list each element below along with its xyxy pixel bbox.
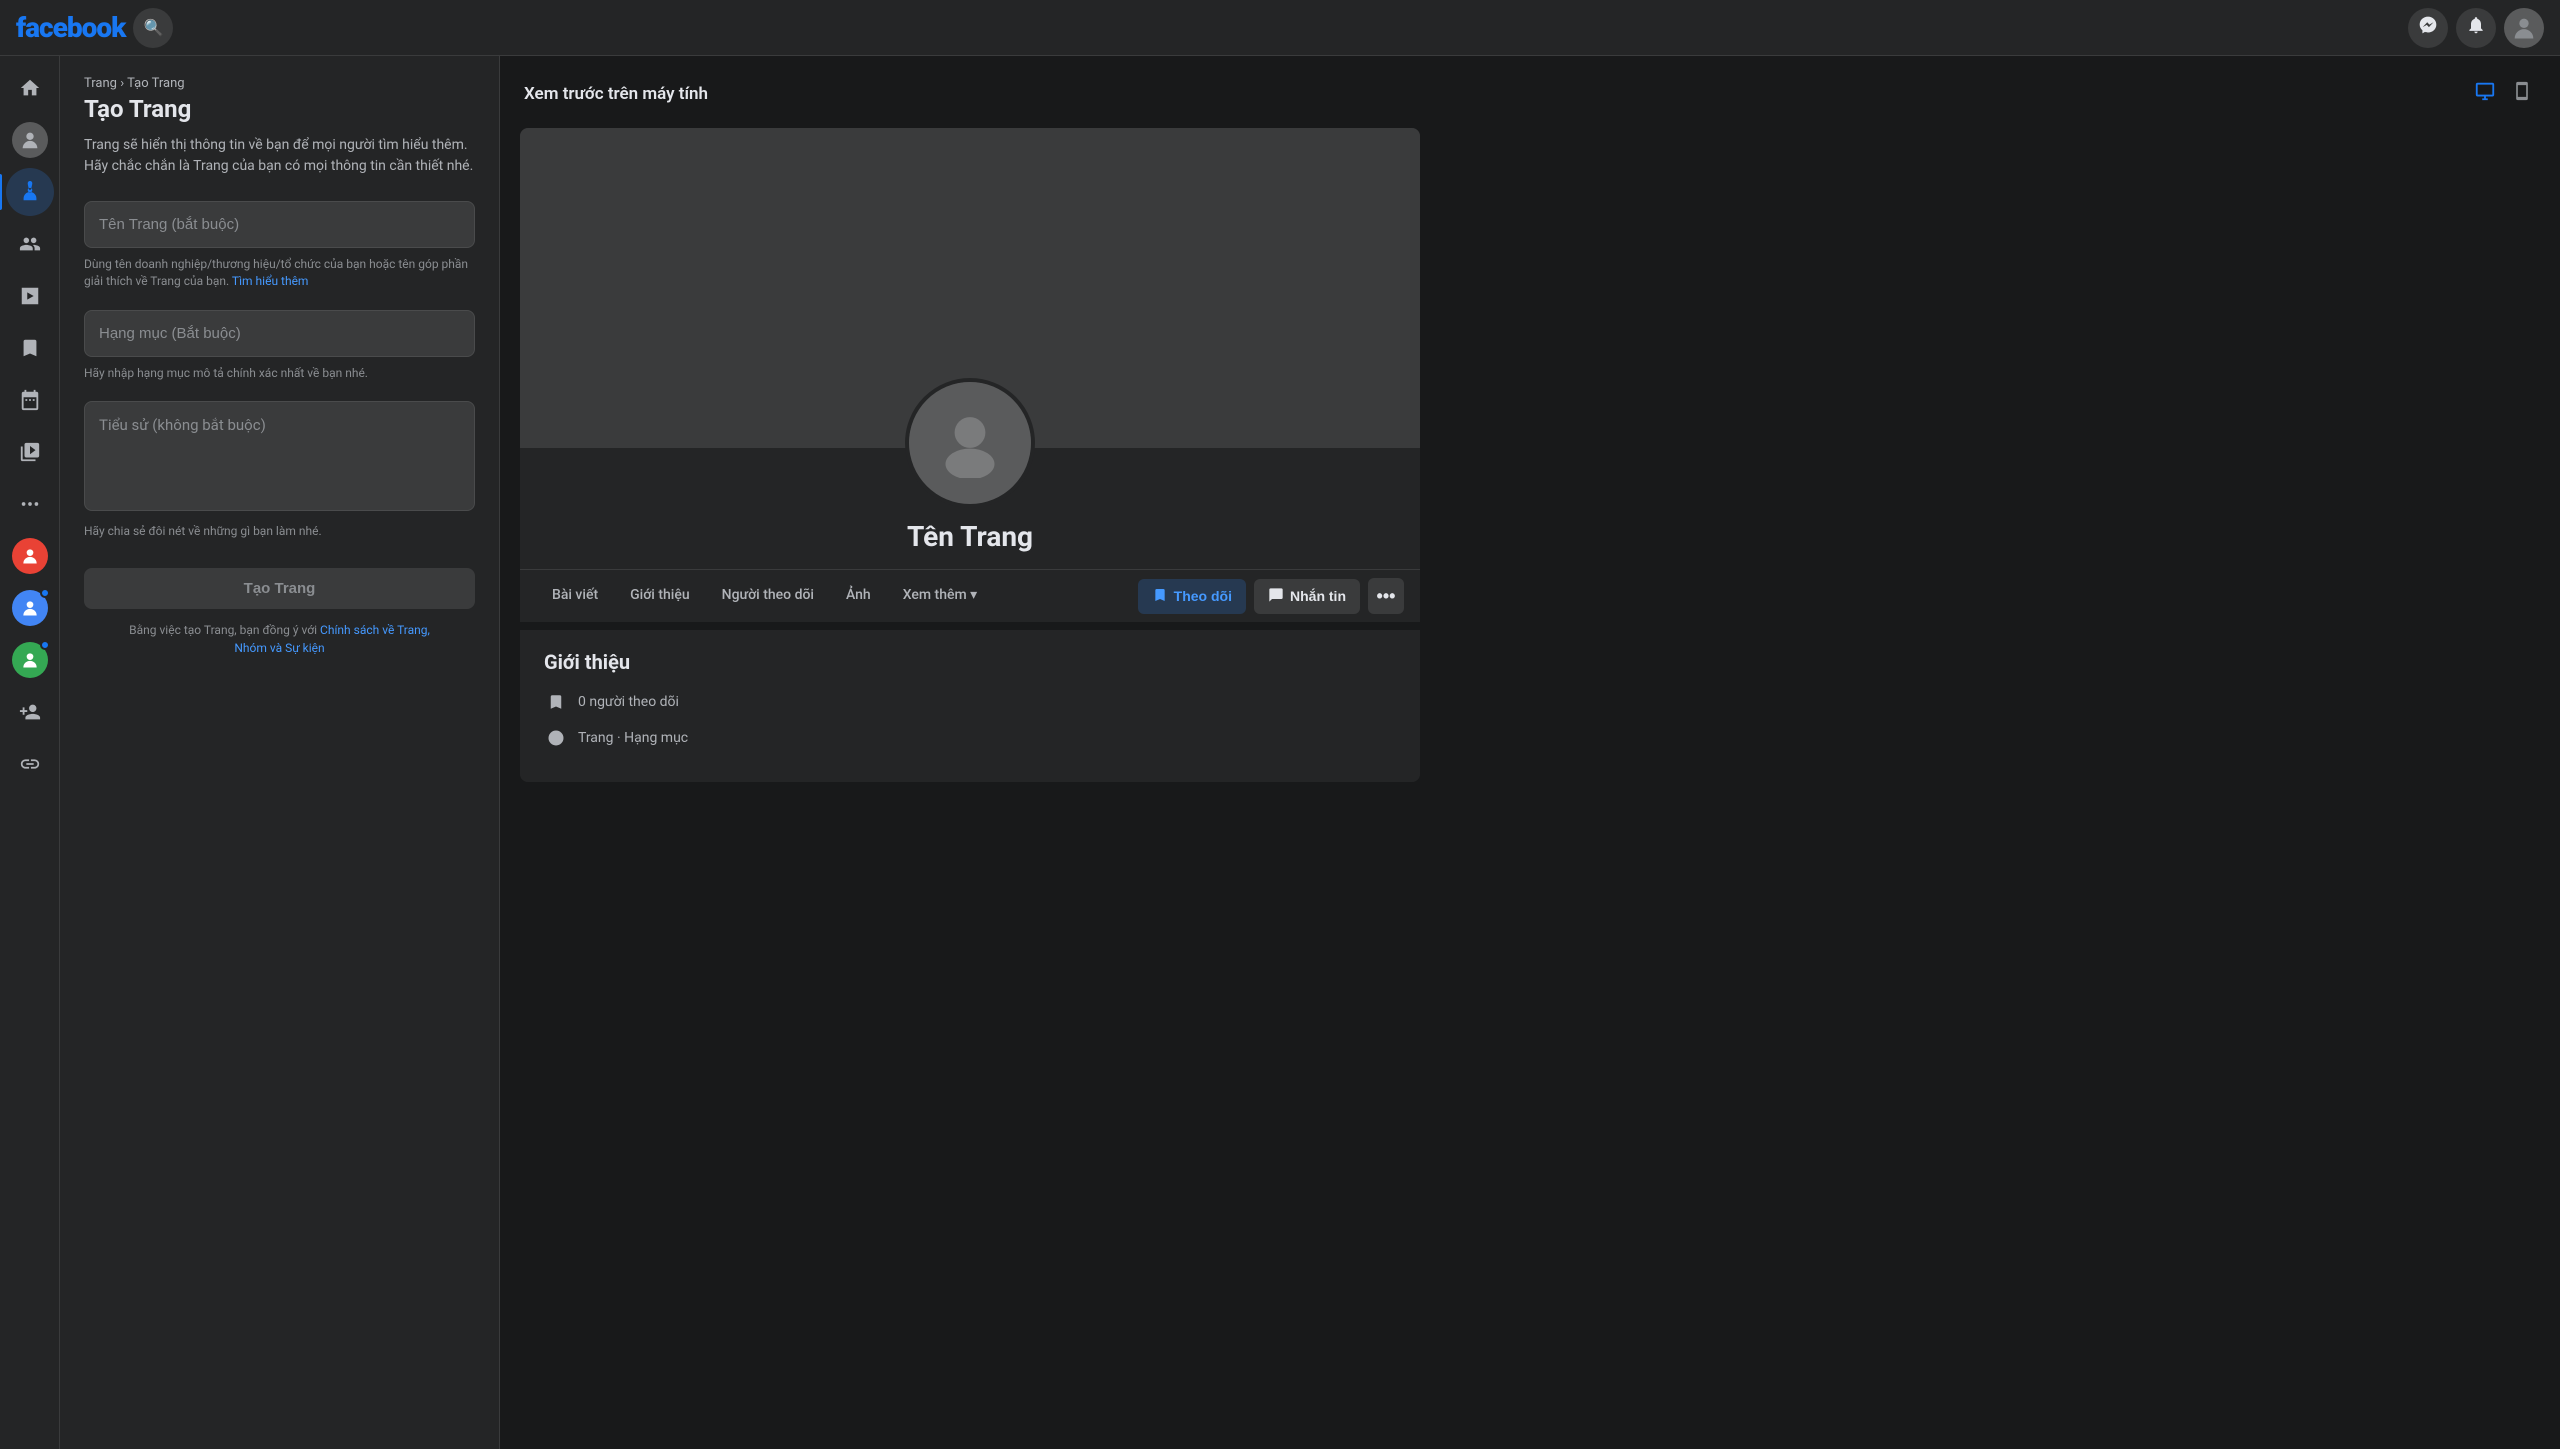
sidebar-item-find-friends[interactable] [6, 688, 54, 736]
category-hint: Hãy nhập hạng mục mô tả chính xác nhất v… [84, 365, 475, 382]
bell-icon [2466, 15, 2486, 40]
create-page-button[interactable]: Tạo Trang [84, 568, 475, 609]
tab-about[interactable]: Giới thiệu [614, 573, 706, 620]
page-preview-card: Tên Trang Bài viết Giới thiệu Người theo… [520, 128, 1420, 782]
name-hint: Dùng tên doanh nghiệp/thương hiệu/tổ chứ… [84, 256, 475, 290]
create-page-form-panel: Trang › Tạo Trang Tạo Trang Trang sẽ hiể… [60, 56, 500, 1449]
sidebar-item-profile[interactable] [6, 116, 54, 164]
topnav-left: facebook 🔍 [16, 8, 173, 48]
followers-icon [544, 690, 568, 714]
about-section: Giới thiệu 0 người theo dõi Trang · Hạng… [520, 622, 1420, 782]
preview-panel: Xem trước trên máy tính [500, 56, 2560, 1449]
sidebar-avatar1[interactable] [6, 532, 54, 580]
follow-label: Theo dõi [1174, 588, 1232, 604]
preview-title: Xem trước trên máy tính [524, 84, 708, 104]
notifications-button[interactable] [2456, 8, 2496, 48]
message-icon [1268, 587, 1284, 606]
page-title: Tạo Trang [84, 95, 475, 123]
sidebar-item-events[interactable] [6, 376, 54, 424]
sidebar-item-watch[interactable] [6, 272, 54, 320]
tab-photos[interactable]: Ảnh [830, 573, 887, 620]
category-input[interactable] [84, 310, 475, 357]
sidebar-item-marketplace[interactable] [6, 428, 54, 476]
left-sidebar [0, 56, 60, 1449]
sidebar-item-link[interactable] [6, 740, 54, 788]
message-button[interactable]: Nhắn tin [1254, 579, 1360, 614]
follow-button[interactable]: Theo dõi [1138, 579, 1246, 614]
page-name-input[interactable] [84, 201, 475, 248]
tab-followers[interactable]: Người theo dõi [706, 573, 830, 620]
desktop-preview-button[interactable] [2470, 76, 2500, 112]
sidebar-item-pages[interactable] [6, 168, 54, 216]
facebook-logo: facebook [16, 11, 125, 44]
sidebar-item-home[interactable] [6, 64, 54, 112]
tab-posts[interactable]: Bài viết [536, 573, 614, 620]
profile-picture-container [905, 378, 1035, 508]
bio-hint: Hãy chia sẻ đôi nét về những gì bạn làm … [84, 523, 475, 540]
sidebar-item-more[interactable] [6, 480, 54, 528]
preview-header: Xem trước trên máy tính [520, 76, 2540, 112]
topnav-right [2408, 8, 2544, 48]
about-category-item: Trang · Hạng mục [544, 726, 1396, 750]
messenger-button[interactable] [2408, 8, 2448, 48]
breadcrumb: Trang › Tạo Trang [84, 76, 475, 91]
sidebar-item-saved[interactable] [6, 324, 54, 372]
contact-avatar-1 [12, 538, 48, 574]
breadcrumb-child: Tạo Trang [127, 76, 184, 91]
terms-text: Bằng việc tạo Trang, bạn đồng ý với Chín… [84, 621, 475, 657]
topnav: facebook 🔍 [0, 0, 2560, 56]
more-options-button[interactable]: ••• [1368, 578, 1404, 614]
page-description: Trang sẽ hiển thị thông tin về bạn để mọ… [84, 135, 475, 177]
cover-photo-area [520, 128, 1420, 448]
page-action-buttons: Theo dõi Nhắn tin ••• [1138, 570, 1404, 622]
preview-device-toggle [2470, 76, 2536, 112]
breadcrumb-parent: Trang [84, 76, 117, 91]
about-title: Giới thiệu [544, 650, 1396, 674]
follow-icon [1152, 587, 1168, 606]
profile-avatar [12, 122, 48, 158]
terms-link-groups[interactable]: Nhóm và Sự kiện [234, 641, 324, 655]
main-layout: Trang › Tạo Trang Tạo Trang Trang sẽ hiể… [0, 56, 2560, 1449]
bio-input[interactable] [84, 401, 475, 511]
about-followers-item: 0 người theo dõi [544, 690, 1396, 714]
sidebar-item-groups[interactable] [6, 220, 54, 268]
messenger-icon [2418, 15, 2438, 40]
about-category-text: Trang · Hạng mục [578, 730, 688, 746]
more-icon: ••• [1377, 586, 1396, 607]
tab-more[interactable]: Xem thêm ▾ [887, 573, 993, 620]
search-icon: 🔍 [143, 18, 163, 38]
terms-link-pages[interactable]: Chính sách về Trang, [320, 623, 430, 637]
notification-badge-2 [40, 640, 50, 650]
search-button[interactable]: 🔍 [133, 8, 173, 48]
sidebar-avatar2[interactable] [6, 584, 54, 632]
terms-prefix: Bằng việc tạo Trang, bạn đồng ý với [129, 623, 317, 637]
sidebar-avatar3[interactable] [6, 636, 54, 684]
user-avatar-button[interactable] [2504, 8, 2544, 48]
about-followers-text: 0 người theo dõi [578, 694, 679, 710]
preview-scroll-area[interactable]: Tên Trang Bài viết Giới thiệu Người theo… [520, 128, 2540, 1449]
category-icon [544, 726, 568, 750]
learn-more-link[interactable]: Tìm hiểu thêm [232, 274, 309, 288]
notification-badge [40, 588, 50, 598]
message-label: Nhắn tin [1290, 588, 1346, 604]
mobile-preview-button[interactable] [2508, 76, 2536, 112]
profile-avatar-placeholder [909, 382, 1031, 504]
page-tabs-bar: Bài viết Giới thiệu Người theo dõi Ảnh X… [520, 569, 1420, 622]
